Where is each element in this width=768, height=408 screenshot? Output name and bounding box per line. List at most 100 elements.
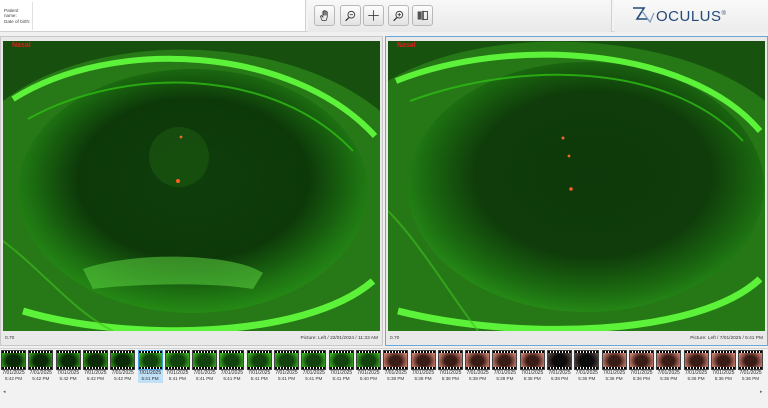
thumbnail-image: [383, 350, 409, 370]
thumbnail-item[interactable]: 7/01/2025 5:41 PM: [192, 350, 218, 383]
film-sprocket: [384, 367, 408, 369]
thumbnail-item[interactable]: 7/01/2025 5:42 PM: [1, 350, 26, 383]
film-sprocket: [602, 351, 626, 353]
compare-button[interactable]: [412, 5, 433, 26]
thumbnail-item[interactable]: 7/01/2025 5:38 PM: [519, 350, 545, 383]
film-sprocket: [138, 367, 162, 369]
thumbnail-item[interactable]: 7/01/2025 5:40 PM: [355, 350, 381, 383]
patient-name-label: Patient name:: [4, 8, 19, 18]
thumbnail-item[interactable]: 7/01/2025 5:38 PM: [410, 350, 436, 383]
eye-image-left[interactable]: Nasal: [3, 41, 380, 331]
thumbnail-item[interactable]: 7/01/2025 5:42 PM: [55, 350, 81, 383]
thumbnail-image: [301, 350, 327, 370]
thumbnail-image: [110, 350, 136, 370]
film-sprocket: [56, 351, 80, 353]
zoom-out-button[interactable]: [340, 5, 361, 26]
thumbnail-item[interactable]: 7/01/2025 5:42 PM: [110, 350, 136, 383]
thumbnail-time: 5:40 PM: [359, 376, 377, 381]
brand-area: OCULUS®: [614, 0, 768, 32]
patient-name-row: Patient name:: [4, 8, 32, 18]
film-sprocket: [520, 351, 544, 353]
scroll-left-icon[interactable]: ◂: [3, 389, 6, 395]
film-sprocket: [657, 367, 681, 369]
thumbnail-image: [738, 350, 764, 370]
thumbnail-item[interactable]: 7/01/2025 5:42 PM: [28, 350, 54, 383]
film-sprocket: [29, 351, 53, 353]
film-sprocket: [356, 367, 380, 369]
brand-name: OCULUS: [656, 8, 722, 25]
film-sprocket: [438, 351, 462, 353]
pan-button[interactable]: [314, 5, 335, 26]
thumbnail-item[interactable]: 7/01/2025 5:36 PM: [628, 350, 654, 383]
zoom-in-icon: [393, 10, 404, 22]
divider: [32, 2, 33, 30]
thumbnail-time: 5:36 PM: [660, 376, 678, 381]
eye-image-right[interactable]: Nasal: [388, 41, 765, 331]
film-sprocket: [411, 367, 435, 369]
dob-label: Date of birth:: [4, 19, 31, 24]
film-sprocket: [684, 351, 708, 353]
zoom-level: 0.70: [5, 336, 15, 341]
image-panel-left[interactable]: Nasal 0.70 Picture: Left / 22/01/2024 / …: [0, 36, 383, 346]
thumbnail-item[interactable]: 7/01/2025 5:41 PM: [164, 350, 190, 383]
thumbnail-item[interactable]: 7/01/2025 5:36 PM: [683, 350, 709, 383]
film-sprocket: [220, 351, 244, 353]
thumbnail-item[interactable]: 7/01/2025 5:42 PM: [82, 350, 108, 383]
thumbnail-item[interactable]: 7/01/2025 5:36 PM: [656, 350, 682, 383]
scroll-right-icon[interactable]: ▸: [760, 389, 763, 395]
zoom-in-button[interactable]: [388, 5, 409, 26]
thumbnail-item[interactable]: 7/01/2025 5:41 PM: [219, 350, 245, 383]
thumbnail-item[interactable]: 7/01/2025 5:41 PM: [246, 350, 272, 383]
pan-hand-icon: [320, 10, 328, 21]
thumbnail-time: 5:41 PM: [223, 376, 241, 381]
thumbnail-image: [683, 350, 709, 370]
film-sprocket: [356, 351, 380, 353]
nasal-label: Nasal: [12, 42, 31, 49]
thumbnail-item[interactable]: 7/01/2025 5:38 PM: [383, 350, 409, 383]
film-sprocket: [411, 351, 435, 353]
image-toolbar: [308, 0, 612, 32]
thumbnail-item[interactable]: 7/01/2025 5:38 PM: [437, 350, 463, 383]
film-sprocket: [739, 351, 763, 353]
thumbnail-item[interactable]: 7/01/2025 5:36 PM: [601, 350, 627, 383]
film-sprocket: [438, 367, 462, 369]
film-sprocket: [275, 351, 298, 353]
panel-footer-left: 0.70 Picture: Left / 22/01/2024 / 11:33 …: [1, 331, 382, 345]
thumbnail-item[interactable]: 7/01/2025 5:36 PM: [710, 350, 736, 383]
image-panel-right[interactable]: Nasal 0.70 Picture: Left / 7/01/2025 / 5…: [385, 36, 768, 346]
thumbnail-item[interactable]: 7/01/2025 5:38 PM: [465, 350, 491, 383]
film-sprocket: [302, 351, 326, 353]
thumbnail-strip[interactable]: ◂ ▸ 7/01/2025 5:42 PM 7/01/2025 5:42 PM 7/01…: [0, 348, 768, 408]
thumbnail-image: [1, 350, 26, 370]
film-sprocket: [384, 351, 408, 353]
film-sprocket: [466, 367, 490, 369]
thumbnail-image: [601, 350, 627, 370]
thumbnail-image: [355, 350, 381, 370]
thumbnail-image: [628, 350, 654, 370]
thumbnail-item[interactable]: 7/01/2025 5:38 PM: [492, 350, 518, 383]
thumbnail-item[interactable]: 7/01/2025 5:36 PM: [574, 350, 600, 383]
film-sprocket: [657, 351, 681, 353]
thumbnail-image: [55, 350, 81, 370]
film-sprocket: [138, 351, 162, 353]
panel-footer-right: 0.70 Picture: Left / 7/01/2025 / 5:41 PM: [386, 331, 767, 345]
thumbnail-image: [274, 350, 299, 370]
thumbnail-item[interactable]: 7/01/2025 5:41 PM: [137, 350, 163, 383]
thumbnail-time: 5:38 PM: [441, 376, 459, 381]
thumbnail-image: [28, 350, 54, 370]
thumbnail-item[interactable]: 7/01/2025 5:36 PM: [738, 350, 764, 383]
film-sprocket: [193, 367, 217, 369]
thumbnail-time: 5:42 PM: [4, 376, 23, 381]
crosshair-button[interactable]: [363, 5, 384, 26]
thumbnail-item[interactable]: 7/01/2025 5:41 PM: [274, 350, 299, 383]
thumbnail-time: 5:38 PM: [496, 376, 514, 381]
thumbnail-item[interactable]: 7/01/2025 5:38 PM: [547, 350, 572, 383]
film-sprocket: [548, 367, 571, 369]
thumbnail-item[interactable]: 7/01/2025 5:41 PM: [328, 350, 354, 383]
zoom-out-icon: [345, 10, 356, 22]
thumbnail-image: [219, 350, 245, 370]
film-sprocket: [329, 367, 353, 369]
thumbnail-time: 5:36 PM: [687, 376, 705, 381]
thumbnail-item[interactable]: 7/01/2025 5:41 PM: [301, 350, 327, 383]
film-sprocket: [711, 367, 735, 369]
